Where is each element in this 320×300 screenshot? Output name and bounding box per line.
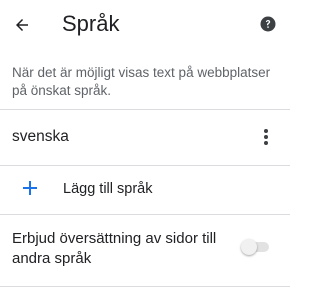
translate-setting-row[interactable]: Erbjud översättning av sidor till andra …: [0, 221, 290, 281]
translate-toggle[interactable]: [241, 238, 271, 256]
plus-icon: [23, 181, 37, 195]
language-list-item[interactable]: svenska: [0, 117, 290, 157]
intro-text: När det är möjligt visas text på webbpla…: [12, 65, 271, 98]
divider: [0, 109, 290, 110]
divider: [0, 214, 290, 215]
language-label: svenska: [12, 128, 69, 145]
toggle-thumb: [241, 239, 257, 255]
divider: [0, 165, 290, 166]
add-language-button[interactable]: Lägg till språk: [0, 170, 290, 206]
add-language-label: Lägg till språk: [63, 181, 153, 197]
language-menu-button[interactable]: [254, 125, 278, 149]
help-button[interactable]: [259, 15, 277, 33]
help-circle-icon: [260, 16, 276, 32]
more-vert-icon: [264, 129, 268, 145]
back-button[interactable]: [10, 13, 34, 37]
arrow-left-icon: [16, 19, 28, 31]
app-bar: Språk: [0, 0, 290, 50]
translate-setting-label: Erbjud översättning av sidor till andra …: [12, 230, 217, 267]
divider: [0, 286, 290, 287]
page-title: Språk: [62, 11, 120, 36]
